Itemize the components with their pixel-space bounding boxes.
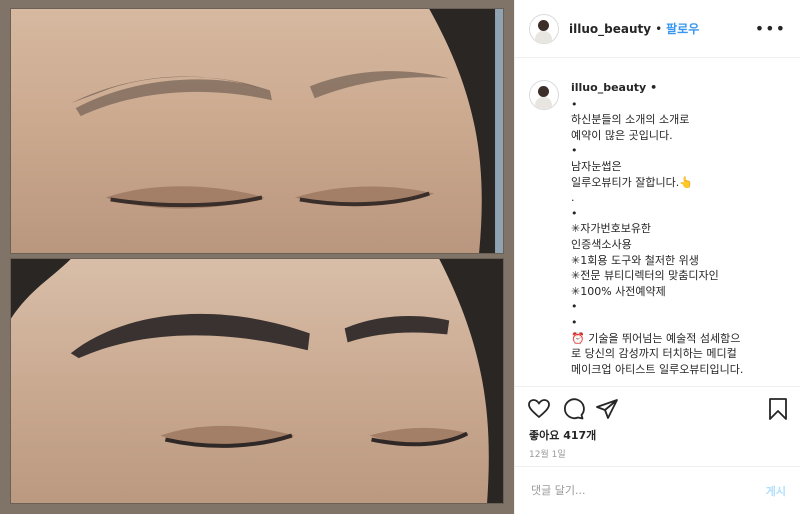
caption: illuo_beauty • • 하신분들의 소개의 소개로 예약이 많은 곳입… (529, 70, 790, 382)
caption-line: . (571, 191, 575, 205)
caption-line: 인증색소사용 (571, 237, 632, 251)
caption-line: ✳1회용 도구와 철저한 위생 (571, 253, 699, 267)
caption-line: 로 당신의 감성까지 터치하는 메디컬 (571, 347, 737, 361)
caption-line: • (571, 97, 578, 111)
post-date[interactable]: 12월 1일 (529, 447, 566, 460)
separator-dot: • (655, 21, 663, 36)
caption-line: ✳100% 사전예약제 (571, 284, 666, 298)
caption-line: • (571, 315, 578, 329)
caption-line: ✳자가번호보유한 (571, 222, 652, 236)
caption-line: ⏰ 기술을 뛰어넘는 예술적 섬세함으 (571, 331, 741, 345)
caption-line: • (571, 144, 578, 158)
like-count[interactable]: 좋아요 417개 (529, 427, 596, 443)
caption-avatar[interactable] (529, 80, 559, 110)
caption-line: 예약이 많은 곳입니다. (571, 128, 673, 142)
before-eyebrow-photo (10, 8, 504, 254)
caption-line: 일루오뷰티가 잘합니다.👆 (571, 175, 693, 189)
post-sidebar: illuo_beauty • 팔로우 ••• illuo_beauty • • … (514, 0, 800, 514)
post-media[interactable] (0, 0, 514, 514)
caption-line: ✳전문 뷰티디렉터의 맞춤디자인 (571, 269, 719, 283)
post-comment-button[interactable]: 게시 (766, 483, 786, 499)
caption-line: 하신분들의 소개의 소개로 (571, 113, 690, 127)
more-options-icon[interactable]: ••• (755, 19, 786, 38)
comment-icon[interactable] (561, 397, 585, 421)
caption-username[interactable]: illuo_beauty (571, 81, 646, 94)
caption-line: • (571, 300, 578, 314)
caption-line: 남자눈썹은 (571, 159, 622, 173)
header-username[interactable]: illuo_beauty (569, 22, 651, 36)
heart-icon[interactable] (527, 397, 551, 421)
follow-button[interactable]: 팔로우 (666, 20, 699, 37)
post-header: illuo_beauty • 팔로우 ••• (515, 0, 800, 58)
caption-line: 메이크업 아티스트 일루오뷰티입니다. (571, 362, 744, 376)
comment-input[interactable] (529, 483, 766, 498)
caption-text: illuo_beauty • • 하신분들의 소개의 소개로 예약이 많은 곳입… (571, 70, 743, 382)
after-eyebrow-photo (10, 258, 504, 504)
avatar[interactable] (529, 13, 559, 44)
caption-line: • (571, 377, 743, 382)
comment-bar: 게시 (515, 466, 800, 514)
caption-line: • (571, 206, 578, 220)
separator-dot: • (650, 81, 658, 94)
instagram-post: illuo_beauty • 팔로우 ••• illuo_beauty • • … (0, 0, 800, 514)
bookmark-icon[interactable] (767, 397, 789, 421)
action-bar (515, 386, 800, 433)
share-icon[interactable] (595, 397, 619, 421)
